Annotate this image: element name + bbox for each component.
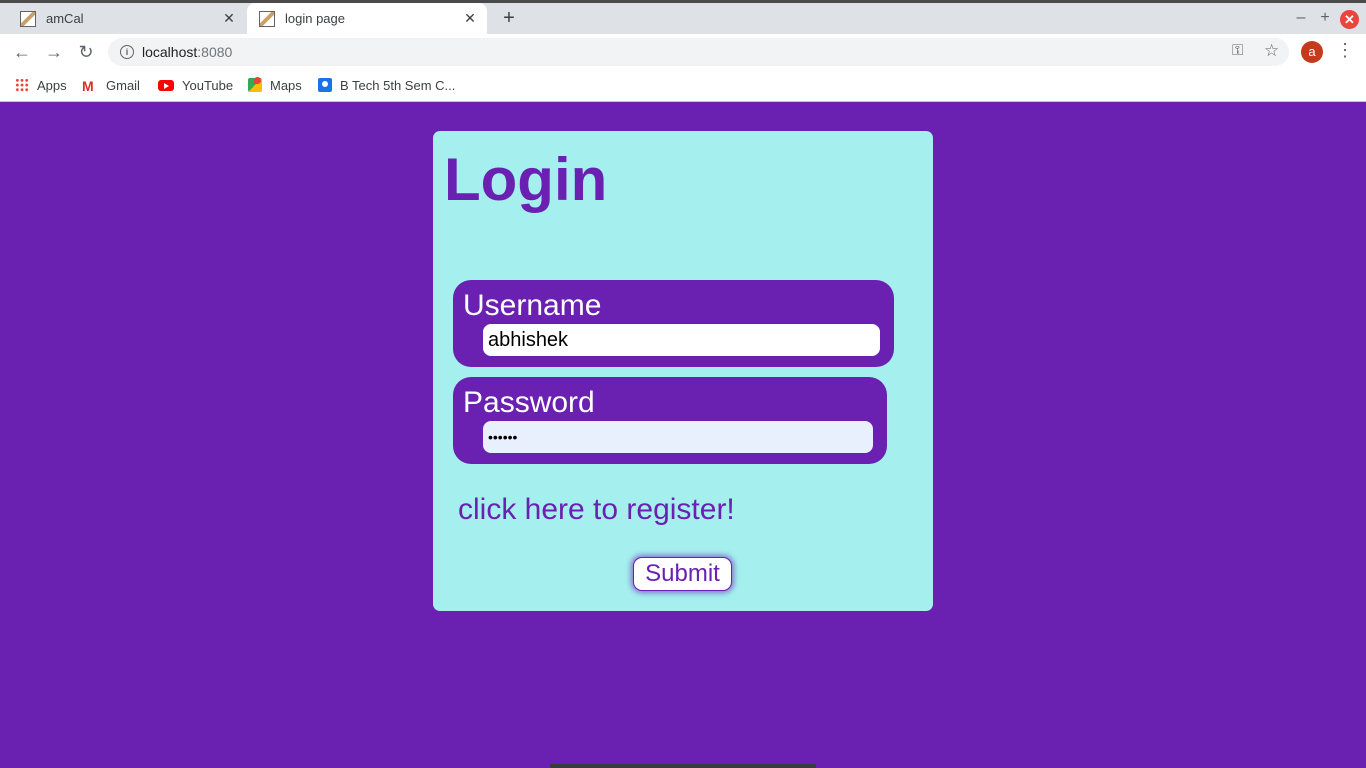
bookmark-classroom[interactable]: B Tech 5th Sem C... xyxy=(318,76,455,94)
address-bar[interactable]: i localhost:8080 ⚿ ☆ xyxy=(108,38,1289,66)
maps-icon xyxy=(248,77,262,92)
bookmark-label: Maps xyxy=(270,77,302,93)
username-group: Username xyxy=(453,280,894,367)
password-input[interactable] xyxy=(483,421,873,453)
url-host: localhost xyxy=(142,44,198,60)
close-tab-icon[interactable]: ✕ xyxy=(459,10,481,27)
close-window-icon[interactable]: ✕ xyxy=(1340,10,1359,29)
maximize-icon[interactable]: + xyxy=(1315,9,1335,27)
youtube-icon xyxy=(158,79,174,91)
tab-amcal[interactable]: amCal ✕ xyxy=(8,3,246,34)
password-label: Password xyxy=(463,386,595,419)
tab-title: amCal xyxy=(46,11,84,26)
key-icon[interactable]: ⚿ xyxy=(1232,42,1243,59)
bookmark-label: Gmail xyxy=(106,77,140,93)
browser-menu-icon[interactable]: ⋮ xyxy=(1336,40,1354,61)
bookmark-label: YouTube xyxy=(182,77,234,93)
site-info-icon[interactable]: i xyxy=(120,45,134,59)
browser-toolbar: ← → ↻ i localhost:8080 ⚿ ☆ a ⋮ xyxy=(0,34,1366,70)
bookmark-gmail[interactable]: M Gmail xyxy=(82,76,140,95)
tab-strip: amCal ✕ login page ✕ + – + ✕ xyxy=(0,0,1366,34)
username-label: Username xyxy=(463,289,602,322)
bottom-bar xyxy=(550,764,816,768)
back-arrow-icon[interactable]: ← xyxy=(11,41,33,63)
page-favicon-icon xyxy=(20,10,36,27)
apps-grid-icon xyxy=(15,78,29,92)
reload-icon[interactable]: ↻ xyxy=(75,41,97,63)
browser-chrome: amCal ✕ login page ✕ + – + ✕ ← → ↻ i loc… xyxy=(0,0,1366,102)
bookmark-label: B Tech 5th Sem C... xyxy=(340,77,456,93)
minimize-icon[interactable]: – xyxy=(1291,9,1311,27)
username-input[interactable] xyxy=(483,324,880,356)
page-favicon-icon xyxy=(259,10,275,27)
close-tab-icon[interactable]: ✕ xyxy=(218,10,240,27)
tab-login-page[interactable]: login page ✕ xyxy=(247,3,487,34)
bookmark-youtube[interactable]: YouTube xyxy=(158,76,233,94)
tab-title: login page xyxy=(285,11,345,26)
bookmarks-bar: Apps M Gmail YouTube Maps B Tech 5th Sem… xyxy=(0,70,1366,102)
password-group: Password xyxy=(453,377,887,464)
submit-button[interactable]: Submit xyxy=(633,557,732,591)
bookmark-label: Apps xyxy=(37,77,67,93)
url-text: localhost:8080 xyxy=(142,44,232,60)
bookmark-star-icon[interactable]: ☆ xyxy=(1264,41,1279,61)
login-card: Login Username Password click here to re… xyxy=(433,131,933,611)
new-tab-icon[interactable]: + xyxy=(498,7,520,29)
page-title: Login xyxy=(444,146,608,213)
url-port: :8080 xyxy=(197,44,233,60)
register-link[interactable]: click here to register! xyxy=(458,493,735,527)
profile-avatar[interactable]: a xyxy=(1301,41,1323,63)
classroom-icon xyxy=(318,78,332,92)
forward-arrow-icon[interactable]: → xyxy=(43,41,65,63)
bookmark-maps[interactable]: Maps xyxy=(248,76,302,94)
gmail-icon: M xyxy=(82,78,94,94)
bookmark-apps[interactable]: Apps xyxy=(15,76,67,94)
